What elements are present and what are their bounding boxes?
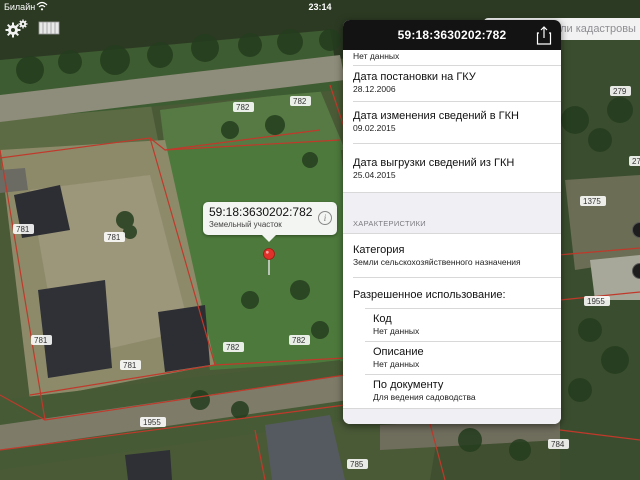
permitted-use-row: Разрешенное использование: xyxy=(353,288,559,302)
subfield-label: По документу xyxy=(373,379,444,391)
parcel-detail-panel[interactable]: 59:18:3630202:782 Нет данных Дата постан… xyxy=(343,20,561,424)
status-time: 23:14 xyxy=(308,2,332,12)
field-label: Дата изменения сведений в ГКН xyxy=(353,110,519,122)
section-header: ХАРАКТЕРИСТИКИ xyxy=(343,193,561,233)
panel-header: 59:18:3630202:782 xyxy=(343,20,561,50)
subfield-label: Код xyxy=(373,313,392,325)
subfield-row: По документу Для ведения садоводства xyxy=(373,378,559,403)
parcel-number-label: 781 xyxy=(123,361,137,370)
category-row: Категория Земли сельскохозяйственного на… xyxy=(353,243,559,268)
parcel-number-label: 782 xyxy=(226,343,240,352)
divider xyxy=(353,65,561,66)
divider xyxy=(353,143,561,144)
settings-button[interactable] xyxy=(4,17,30,39)
divider xyxy=(365,308,561,309)
parcel-number-label: 1375 xyxy=(583,197,601,206)
gear-icon xyxy=(5,19,28,38)
parcel-number-label: 781 xyxy=(34,336,48,345)
parcel-number-label: 781 xyxy=(107,233,121,242)
subfield-value: Нет данных xyxy=(373,326,420,336)
no-data-value-row: Нет данных xyxy=(353,51,559,62)
field-value: 25.04.2015 xyxy=(353,170,396,180)
field-row: Дата постановки на ГКУ 28.12.2006 xyxy=(353,70,559,95)
divider xyxy=(353,277,561,278)
field-label: Дата выгрузки сведений из ГКН xyxy=(353,157,515,169)
parcel-number-label: 279 xyxy=(613,87,627,96)
callout-title: 59:18:3630202:782 xyxy=(209,205,313,219)
parcel-number-label: 782 xyxy=(292,336,306,345)
map-layers-icon xyxy=(38,21,60,35)
category-value: Земли сельскохозяйственного назначения xyxy=(353,257,521,267)
parcel-number-label: 1955 xyxy=(587,297,605,306)
field-value: 28.12.2006 xyxy=(353,84,396,94)
parcel-number-label: 781 xyxy=(16,225,30,234)
divider xyxy=(365,374,561,375)
divider xyxy=(365,341,561,342)
permitted-use-label: Разрешенное использование: xyxy=(353,289,506,301)
section-title: ХАРАКТЕРИСТИКИ xyxy=(353,219,426,228)
field-value: 09.02.2015 xyxy=(353,123,396,133)
category-label: Категория xyxy=(353,244,405,256)
callout-subtitle: Земельный участок xyxy=(209,220,282,229)
divider xyxy=(343,233,561,234)
panel-footer xyxy=(343,409,561,424)
parcel-number-label: 1955 xyxy=(143,418,161,427)
field-row: Дата выгрузки сведений из ГКН 25.04.2015 xyxy=(353,156,559,181)
parcel-number-label: 784 xyxy=(551,440,565,449)
parcel-number-label: 782 xyxy=(236,103,250,112)
map-callout[interactable]: 59:18:3630202:782 Земельный участок i xyxy=(203,202,337,242)
no-data-value: Нет данных xyxy=(353,51,400,61)
subfield-value: Нет данных xyxy=(373,359,420,369)
info-icon[interactable]: i xyxy=(318,211,332,225)
map-layers-button[interactable] xyxy=(36,17,62,39)
field-label: Дата постановки на ГКУ xyxy=(353,71,476,83)
divider xyxy=(353,101,561,102)
parcel-number-label: 782 xyxy=(293,97,307,106)
subfield-label: Описание xyxy=(373,346,424,358)
field-row: Дата изменения сведений в ГКН 09.02.2015 xyxy=(353,109,559,134)
subfield-row: Описание Нет данных xyxy=(373,345,559,370)
status-bar: Билайн 23:14 xyxy=(0,0,640,14)
parcel-number-label: 785 xyxy=(350,460,364,469)
subfield-value: Для ведения садоводства xyxy=(373,392,476,402)
map-pin-icon[interactable] xyxy=(262,248,276,276)
subfield-row: Код Нет данных xyxy=(373,312,559,337)
share-icon[interactable] xyxy=(535,25,553,45)
panel-title: 59:18:3630202:782 xyxy=(397,28,507,42)
parcel-number-label: 27 xyxy=(632,157,640,166)
